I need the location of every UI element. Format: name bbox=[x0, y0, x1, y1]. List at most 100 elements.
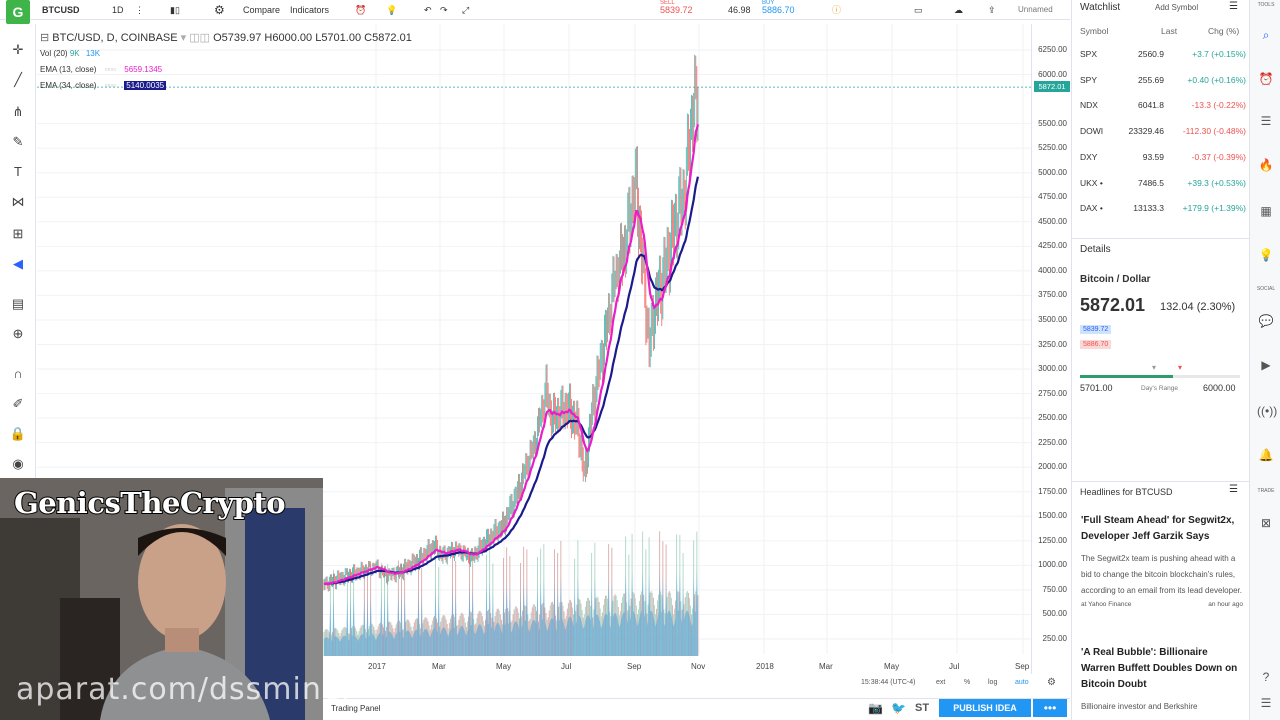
chart-settings-icon[interactable]: ⚙ bbox=[1047, 677, 1056, 688]
pattern-icon[interactable]: ⋈ bbox=[8, 192, 28, 212]
buy-button[interactable]: BUY 5886.70 bbox=[762, 0, 822, 20]
watchlist-row[interactable]: UKX • 7486.5 +39.3 (+0.53%) bbox=[1080, 171, 1246, 196]
add-symbol-input[interactable]: Add Symbol bbox=[1155, 3, 1198, 12]
price-axis[interactable]: 6250.00 6000.00 5500.00 5250.00 5000.00 4750.… bbox=[1031, 24, 1071, 674]
ema34-label[interactable]: EMA (34, close) bbox=[40, 81, 96, 90]
pitchfork-icon[interactable]: ⋔ bbox=[8, 102, 28, 122]
bulb-icon[interactable]: 💡 bbox=[386, 2, 397, 18]
sell-button[interactable]: SELL 5839.72 bbox=[646, 0, 706, 20]
watchlist-last: 6041.8 bbox=[1138, 100, 1164, 111]
measure-icon[interactable]: ▤ bbox=[8, 294, 28, 314]
ideas-bulb-icon[interactable]: 💡 bbox=[1257, 246, 1275, 264]
watchlist-row[interactable]: DOWI 23329.46 -112.30 (-0.48%) bbox=[1080, 119, 1246, 144]
vol-value-a: 9K bbox=[69, 49, 80, 58]
trend-line-icon[interactable]: ╱ bbox=[8, 70, 28, 90]
watchlist-title[interactable]: Watchlist bbox=[1080, 2, 1120, 13]
data-window-icon[interactable]: ☰ bbox=[1257, 112, 1275, 130]
details-header[interactable]: Details bbox=[1080, 244, 1111, 255]
settings-gear-icon[interactable]: ⚙ bbox=[214, 2, 225, 18]
watchlist-row[interactable]: NDX 6041.8 -13.3 (-0.22%) bbox=[1080, 93, 1246, 118]
prediction-icon[interactable]: ⊞ bbox=[8, 224, 28, 244]
hotlist-icon[interactable]: 🔥 bbox=[1257, 156, 1275, 174]
panel-menu-icon[interactable]: ☰ bbox=[1257, 694, 1275, 712]
symbol-search[interactable]: BTCUSD bbox=[42, 2, 80, 18]
watchlist-row[interactable]: SPX 2560.9 +3.7 (+0.15%) bbox=[1080, 42, 1246, 67]
twitter-icon[interactable]: 🐦 bbox=[891, 701, 906, 715]
crosshair-icon[interactable]: ✛ bbox=[8, 40, 28, 60]
text-icon[interactable]: T bbox=[8, 162, 28, 182]
indicators-button[interactable]: Indicators bbox=[290, 2, 329, 18]
trade-panel-icon[interactable]: ⊠ bbox=[1257, 514, 1275, 532]
cloud-icon[interactable]: ☁ bbox=[954, 2, 963, 18]
time-tick: Jul bbox=[949, 662, 960, 671]
headlines-header[interactable]: Headlines for BTCUSD bbox=[1080, 487, 1173, 497]
stocktwits-icon[interactable]: ST bbox=[915, 702, 929, 714]
undo-icon[interactable]: ↶ bbox=[424, 2, 432, 18]
col-symbol[interactable]: Symbol bbox=[1080, 26, 1108, 36]
compare-button[interactable]: Compare bbox=[243, 2, 280, 18]
magnet-icon[interactable]: ∩ bbox=[8, 364, 28, 384]
percent-toggle[interactable]: % bbox=[964, 679, 970, 686]
price-tick: 5500.00 bbox=[1038, 118, 1067, 128]
notifications-bell-icon[interactable]: 🔔 bbox=[1257, 446, 1275, 464]
price-tick: 3750.00 bbox=[1038, 290, 1067, 300]
ext-toggle[interactable]: ext bbox=[936, 679, 945, 686]
details-name: Bitcoin / Dollar bbox=[1080, 274, 1151, 285]
watchlist-row[interactable]: SPY 255.69 +0.40 (+0.16%) bbox=[1080, 68, 1246, 93]
bar-style-icon[interactable]: ▮▯ bbox=[170, 2, 180, 18]
headline-item[interactable]: 'Full Steam Ahead' for Segwit2x, Develop… bbox=[1081, 513, 1243, 613]
info-icon[interactable]: ⓘ bbox=[832, 2, 841, 18]
watchlist-symbol: DAX • bbox=[1080, 203, 1103, 214]
layout-icon[interactable]: ▭ bbox=[914, 2, 923, 18]
streams-icon[interactable]: ▶ bbox=[1257, 356, 1275, 374]
alerts-icon[interactable]: ⏰ bbox=[1257, 70, 1275, 88]
price-tick: 1500.00 bbox=[1038, 511, 1067, 521]
auto-toggle[interactable]: auto bbox=[1015, 679, 1029, 686]
watchlist-row[interactable]: DAX • 13133.3 +179.9 (+1.39%) bbox=[1080, 196, 1246, 221]
headline-title[interactable]: 'Full Steam Ahead' for Segwit2x, Develop… bbox=[1081, 513, 1243, 545]
back-arrow-icon[interactable]: ◀ bbox=[8, 254, 28, 274]
trade-label: TRADE bbox=[1257, 488, 1275, 494]
interval-select[interactable]: 1D bbox=[112, 2, 124, 18]
brush-icon[interactable]: ✎ bbox=[8, 132, 28, 152]
sell-price: 5839.72 bbox=[660, 5, 693, 15]
help-icon[interactable]: ? bbox=[1257, 668, 1275, 686]
camera-icon[interactable]: 📷 bbox=[868, 701, 883, 715]
bid-value: 5839.72 bbox=[1083, 326, 1109, 333]
time-tick: Sep bbox=[1015, 662, 1030, 671]
publish-idea-button[interactable]: PUBLISH IDEA bbox=[939, 699, 1031, 717]
search-icon[interactable]: ⌕ bbox=[1257, 26, 1275, 44]
fullscreen-icon[interactable]: ⤢ bbox=[462, 2, 469, 18]
more-options-icon[interactable]: ••• bbox=[1033, 699, 1067, 717]
stay-drawing-icon[interactable]: ✐ bbox=[8, 394, 28, 414]
col-chg[interactable]: Chg (%) bbox=[1208, 26, 1239, 36]
col-last[interactable]: Last bbox=[1161, 26, 1177, 36]
right-panel: Watchlist Add Symbol ☰ Symbol Last Chg (… bbox=[1071, 0, 1250, 720]
watchlist-menu-icon[interactable]: ☰ bbox=[1229, 1, 1238, 12]
legend-title[interactable]: BTC/USD, D, COINBASE bbox=[52, 32, 177, 44]
more-icon[interactable]: ⋮ bbox=[135, 2, 144, 18]
log-toggle[interactable]: log bbox=[988, 679, 997, 686]
days-range-bar bbox=[1080, 375, 1240, 378]
broadcast-icon[interactable]: ((•)) bbox=[1257, 402, 1277, 420]
vol-label[interactable]: Vol (20) bbox=[40, 49, 68, 58]
alert-icon[interactable]: ⏰ bbox=[355, 2, 366, 18]
lock-icon[interactable]: 🔒 bbox=[8, 424, 28, 444]
chart-bottom-bar: 15:38:44 (UTC-4) ext % log auto ⚙ bbox=[323, 676, 1070, 692]
watchlist-symbol: SPY bbox=[1080, 74, 1098, 85]
eye-icon[interactable]: ◉ bbox=[8, 454, 28, 474]
chart-legend: ⊟ BTC/USD, D, COINBASE ▾ ◫◫ O5739.97 H60… bbox=[40, 32, 412, 90]
time-tick: Jul bbox=[561, 662, 572, 671]
save-cloud-icon[interactable]: ⇪ bbox=[988, 2, 996, 18]
chat-icon[interactable]: 💬 bbox=[1257, 312, 1275, 330]
headline-item[interactable]: 'A Real Bubble': Billionaire Warren Buff… bbox=[1081, 645, 1243, 715]
watchlist-row[interactable]: DXY 93.59 -0.37 (-0.39%) bbox=[1080, 145, 1246, 170]
zoom-icon[interactable]: ⊕ bbox=[8, 324, 28, 344]
redo-icon[interactable]: ↷ bbox=[440, 2, 448, 18]
headline-title[interactable]: 'A Real Bubble': Billionaire Warren Buff… bbox=[1081, 645, 1243, 693]
layout-name[interactable]: Unnamed bbox=[1018, 2, 1053, 18]
tradingview-logo-icon[interactable]: G bbox=[6, 0, 30, 24]
calendar-icon[interactable]: ▦ bbox=[1257, 202, 1275, 220]
ema13-label[interactable]: EMA (13, close) bbox=[40, 65, 96, 74]
headlines-menu-icon[interactable]: ☰ bbox=[1229, 484, 1238, 495]
